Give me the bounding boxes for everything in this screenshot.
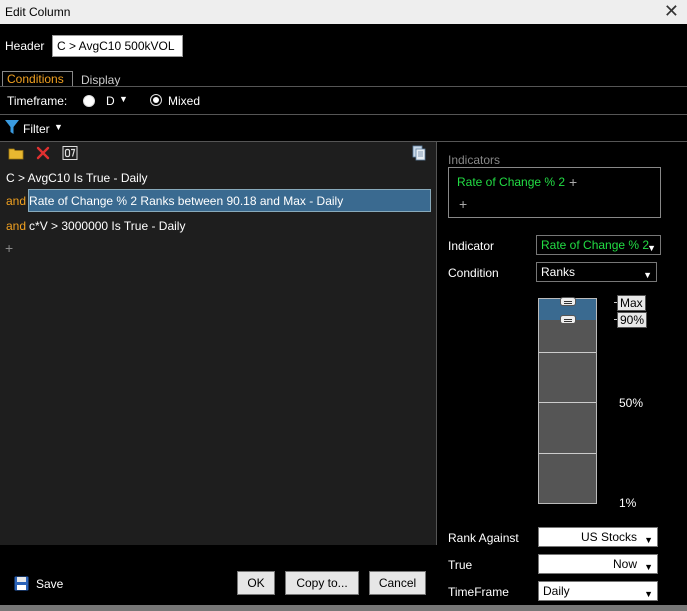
save-button[interactable]: Save [36,577,63,591]
condition-text: C > AvgC10 Is True - Daily [6,171,148,185]
divider [0,86,687,87]
header-input[interactable]: C > AvgC10 500kVOL [52,35,183,57]
condition-dropdown[interactable]: Ranks ▼ [536,262,657,282]
slider-gridline [539,453,596,454]
indicators-section-label: Indicators [448,153,501,167]
filter-label[interactable]: Filter [23,122,50,136]
true-dropdown[interactable]: Now ▼ [538,554,658,574]
filter-icon[interactable] [5,119,19,135]
timeframe-dropdown-value: Daily [543,584,570,598]
chevron-down-icon: ▼ [643,270,652,280]
delete-icon[interactable] [35,145,51,161]
timeframe-dropdown[interactable]: Daily ▼ [538,581,658,601]
slider-label-upper: 90% [617,312,648,328]
condition-text: Rate of Change % 2 Ranks between 90.18 a… [29,194,344,208]
copy-icon[interactable] [411,145,427,161]
folder-icon[interactable] [8,145,24,161]
chevron-down-icon: ▼ [644,535,653,545]
slider-gridline [539,352,596,353]
window-title: Edit Column [5,5,71,19]
indicator-dropdown-value: Rate of Change % 2 [541,238,650,252]
timeframe-field-label: TimeFrame [448,585,509,599]
formula-icon[interactable] [62,145,78,161]
condition-row[interactable]: C > AvgC10 Is True - Daily [6,168,148,188]
chevron-down-icon[interactable]: ▼ [54,122,63,132]
indicator-item[interactable]: Rate of Change % 2 [457,175,565,189]
slider-label-max: Max [617,295,646,311]
timeframe-radio-mixed[interactable] [150,94,162,106]
rank-against-label: Rank Against [448,531,519,545]
condition-row[interactable]: and c*V > 3000000 Is True - Daily [6,216,185,236]
chevron-down-icon: ▼ [644,562,653,572]
condition-text: c*V > 3000000 Is True - Daily [29,219,186,233]
condition-prefix: and [6,194,27,208]
timeframe-label: Timeframe: [7,94,68,108]
slider-label-mid: 50% [619,396,644,410]
timeframe-d-label[interactable]: D [106,94,115,108]
true-dropdown-value: Now [612,557,637,571]
tab-conditions[interactable]: Conditions [2,71,73,87]
add-condition-button[interactable]: + [5,240,13,256]
rank-against-dropdown[interactable]: US Stocks ▼ [538,527,658,547]
divider [0,114,687,115]
ok-button[interactable]: OK [237,571,275,595]
slider-gridline [539,402,596,403]
condition-dropdown-value: Ranks [541,265,576,279]
tab-display[interactable]: Display [81,73,120,87]
add-indicator-icon[interactable]: + [569,174,577,190]
rank-against-value: US Stocks [580,530,637,544]
rank-range-slider[interactable] [538,298,597,504]
chevron-down-icon: ▼ [644,589,653,599]
window-bottom-edge [0,605,687,611]
add-indicator-icon[interactable]: + [459,196,467,212]
header-label: Header [5,39,45,53]
condition-row[interactable]: and Rate of Change % 2 Ranks between 90.1… [6,191,343,211]
chevron-down-icon[interactable]: ▼ [119,94,128,104]
true-field-label: True [448,558,473,572]
save-icon[interactable] [14,576,29,591]
condition-prefix: and [6,219,27,233]
condition-field-label: Condition [448,266,499,280]
cancel-button[interactable]: Cancel [369,571,426,595]
slider-lower-handle[interactable] [560,315,576,324]
slider-label-min: 1% [619,496,637,510]
timeframe-mixed-label[interactable]: Mixed [168,94,200,108]
timeframe-radio-d[interactable] [83,95,95,107]
close-icon[interactable]: ✕ [664,1,679,21]
chevron-down-icon: ▼ [647,243,656,253]
indicator-field-label: Indicator [448,239,495,253]
indicator-dropdown[interactable]: Rate of Change % 2 ▼ [536,235,661,255]
copy-to-button[interactable]: Copy to... [285,571,359,595]
slider-upper-handle[interactable] [560,297,576,306]
title-bar: Edit Column ✕ [0,0,687,24]
